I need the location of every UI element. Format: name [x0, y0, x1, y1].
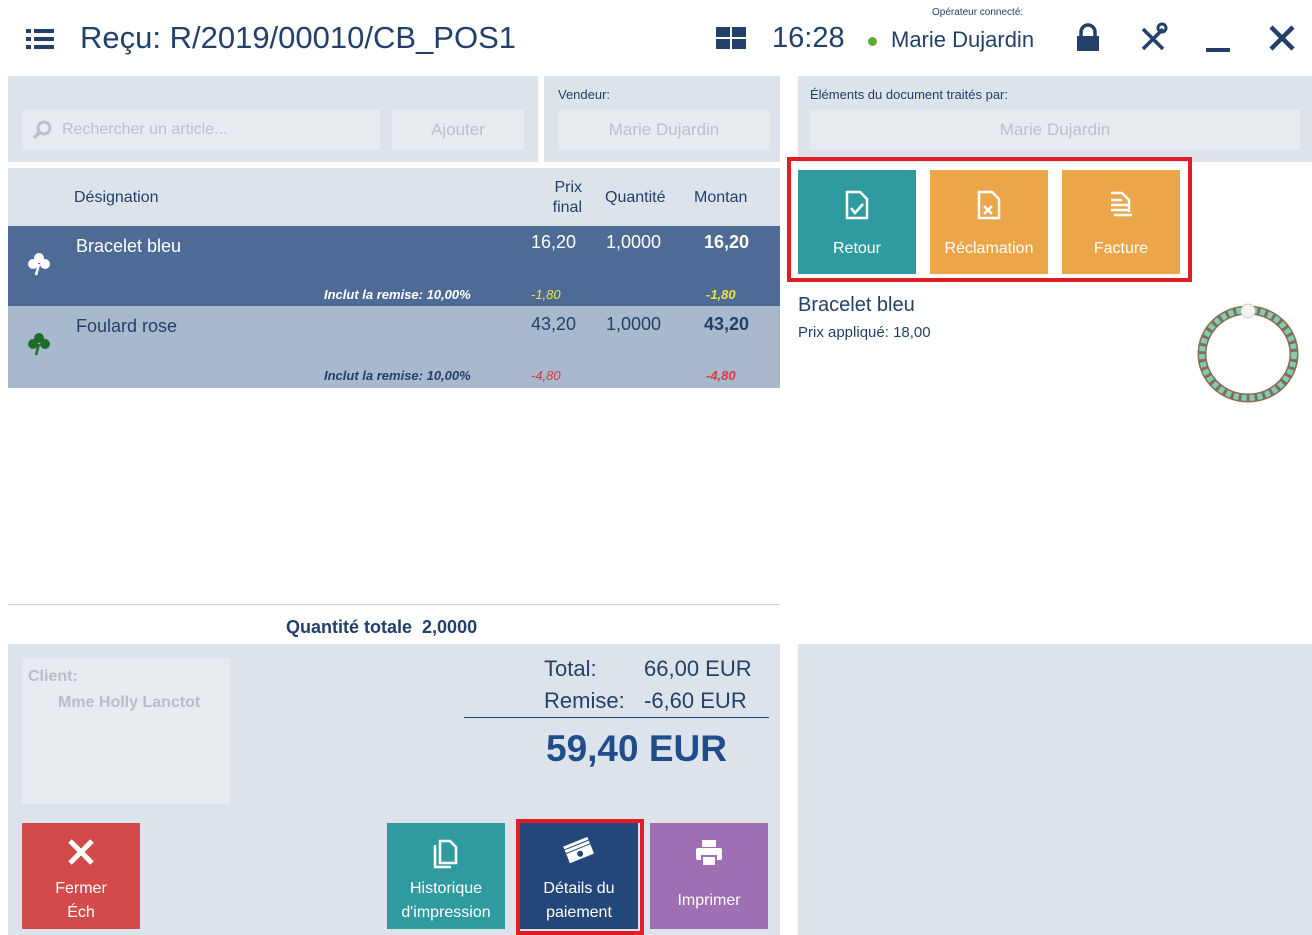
client-name: Mme Holly Lanctot — [58, 694, 201, 711]
tools-icon[interactable] — [1138, 22, 1170, 54]
print-history-button[interactable]: Historique d'impression — [387, 823, 505, 929]
title-bar: Reçu: R/2019/00010/CB_POS1 16:28 Opérate… — [0, 0, 1312, 76]
close-receipt-button[interactable]: Fermer Éch — [22, 823, 140, 929]
close-label-2: Éch — [67, 904, 95, 921]
col-amount[interactable]: Montan — [694, 188, 760, 208]
item-qty: 1,0000 — [606, 232, 662, 252]
total-label: Total: — [544, 656, 597, 681]
menu-list-icon[interactable] — [26, 27, 54, 51]
search-placeholder: Rechercher un article... — [62, 121, 228, 138]
item-amount: 43,20 — [704, 314, 750, 334]
items-table-header: Désignation Prix final Quantité Montan — [8, 168, 780, 226]
discount-price: -4,80 — [531, 368, 561, 383]
discount-note: Inclut la remise: 10,00% — [324, 368, 471, 383]
product-price: Prix appliqué: 18,00 — [798, 324, 931, 341]
document-copy-icon — [433, 839, 458, 869]
operator-label: Opérateur connecté: — [932, 7, 1024, 18]
operator-name: Marie Dujardin — [891, 27, 1035, 52]
item-name: Bracelet bleu — [76, 236, 182, 256]
table-row[interactable]: Foulard rose 43,20 1,0000 43,20 Inclut l… — [8, 306, 780, 388]
product-name: Bracelet bleu — [798, 294, 915, 316]
discount-amount: -4,80 — [706, 368, 736, 383]
product-image — [1197, 303, 1299, 403]
clover-icon — [28, 253, 50, 276]
product-price-label: Prix appliqué: — [798, 324, 889, 341]
page-title: Reçu: R/2019/00010/CB_POS1 — [80, 20, 516, 55]
product-price-value: 18,00 — [893, 324, 931, 341]
payment-highlight-frame — [516, 819, 644, 935]
col-designation[interactable]: Désignation — [74, 188, 159, 208]
col-final-price-1: Prix — [554, 179, 582, 196]
close-label-1: Fermer — [55, 880, 107, 897]
col-final-price-2: final — [552, 199, 582, 216]
print-label: Imprimer — [677, 892, 741, 909]
summary-separator — [464, 717, 769, 718]
add-button[interactable]: Ajouter — [392, 110, 524, 150]
processed-by-label: Éléments du document traités par: — [810, 87, 1008, 102]
item-name: Foulard rose — [76, 316, 178, 336]
lock-icon[interactable] — [1072, 22, 1104, 54]
actions-highlight-frame — [787, 157, 1192, 282]
total-value: 66,00 EUR — [644, 656, 752, 681]
search-icon — [32, 120, 52, 140]
item-amount: 16,20 — [704, 232, 750, 252]
close-window-icon[interactable] — [1266, 22, 1298, 54]
seller-field[interactable]: Marie Dujardin — [558, 110, 770, 150]
item-price: 16,20 — [531, 232, 577, 252]
total-quantity: Quantité totale 2,0000 — [286, 617, 477, 638]
search-input[interactable]: Rechercher un article... — [22, 110, 380, 150]
item-qty: 1,0000 — [606, 314, 662, 334]
close-icon — [68, 839, 94, 865]
print-button[interactable]: Imprimer — [650, 823, 768, 929]
discount-note: Inclut la remise: 10,00% — [324, 287, 471, 302]
processed-by-field[interactable]: Marie Dujardin — [810, 110, 1300, 150]
client-card[interactable]: Client: Mme Holly Lanctot — [22, 658, 230, 804]
discount-value: -6,60 EUR — [644, 688, 747, 713]
right-bottom-panel — [798, 644, 1312, 935]
table-row[interactable]: Bracelet bleu 16,20 1,0000 16,20 Inclut … — [8, 226, 780, 306]
col-quantity[interactable]: Quantité — [605, 188, 667, 208]
grand-total: 59,40 EUR — [546, 728, 727, 769]
history-label-2: d'impression — [401, 904, 491, 921]
history-label-1: Historique — [409, 880, 483, 897]
discount-amount: -1,80 — [706, 287, 736, 302]
total-quantity-row: Quantité totale 2,0000 — [8, 604, 780, 644]
clock: 16:28 — [772, 22, 845, 54]
discount-price: -1,80 — [531, 287, 561, 302]
online-status-dot — [868, 37, 877, 46]
minimize-icon[interactable] — [1202, 22, 1234, 54]
col-final-price[interactable]: Prix final — [546, 178, 582, 218]
discount-label: Remise: — [544, 688, 625, 713]
item-price: 43,20 — [531, 314, 577, 334]
items-table-empty-area — [8, 388, 780, 604]
clover-icon — [28, 333, 50, 356]
total-quantity-value: 2,0000 — [422, 617, 478, 637]
seller-label: Vendeur: — [558, 87, 611, 102]
total-quantity-label: Quantité totale — [286, 617, 413, 637]
printer-icon — [696, 840, 722, 867]
tiles-icon[interactable] — [716, 27, 746, 49]
client-label: Client: — [28, 668, 78, 685]
